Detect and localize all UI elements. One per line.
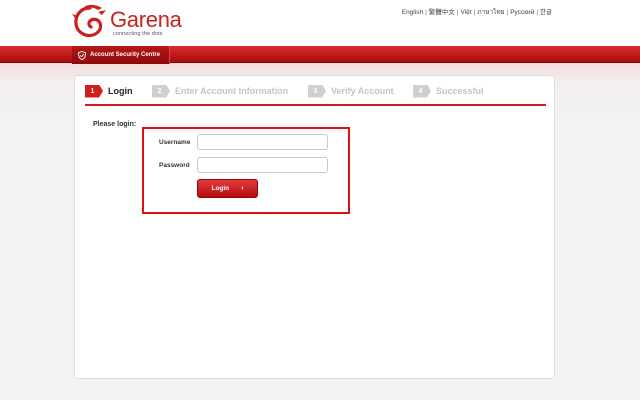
brand-tagline: connecting the dots [113, 31, 163, 37]
step-verify-account: 3 Verify Account [308, 84, 394, 98]
lang-korean[interactable]: 한글 [540, 9, 552, 16]
password-input[interactable] [197, 157, 328, 173]
step-number: 2 [152, 84, 170, 98]
step-successful: 4 Successful [413, 84, 484, 98]
shield-icon [78, 50, 86, 60]
step-login: 1 Login [85, 84, 133, 98]
step-number: 1 [85, 84, 103, 98]
password-label: Password [159, 162, 190, 169]
tab-label: Account Security Centre [90, 52, 161, 58]
main-panel: 1 Login 2 Enter Account Information 3 Ve… [74, 75, 555, 379]
step-number: 4 [413, 84, 431, 98]
lang-russian[interactable]: Русский [510, 9, 534, 16]
progress-steps: 1 Login 2 Enter Account Information 3 Ve… [85, 84, 546, 106]
tab-account-security-centre[interactable]: Account Security Centre [72, 46, 170, 64]
step-enter-account-information: 2 Enter Account Information [152, 84, 288, 98]
lang-thai[interactable]: ภาษาไทย [477, 9, 504, 16]
login-form-highlight: Username Password Login › [142, 127, 350, 214]
garena-logo[interactable]: Garena connecting the dots [72, 4, 192, 42]
step-number: 3 [308, 84, 326, 98]
lang-vietnamese[interactable]: Việt [460, 9, 471, 16]
lang-traditional-chinese[interactable]: 繁體中文 [429, 9, 455, 16]
chevron-right-icon: › [241, 185, 244, 192]
step-label: Verify Account [331, 86, 394, 96]
dragon-swirl-icon [72, 4, 106, 38]
lang-english[interactable]: English [402, 9, 423, 16]
step-label: Successful [436, 86, 484, 96]
login-button-label: Login [211, 185, 230, 192]
username-input[interactable] [197, 134, 328, 150]
language-selector: English | 繁體中文 | Việt | ภาษาไทย | Русский | 한글 [401, 9, 552, 16]
step-label: Login [108, 86, 133, 96]
username-label: Username [159, 139, 191, 146]
step-label: Enter Account Information [175, 86, 289, 96]
login-heading: Please login: [93, 121, 137, 128]
login-button[interactable]: Login › [197, 179, 258, 198]
brand-name: Garena [110, 7, 182, 32]
